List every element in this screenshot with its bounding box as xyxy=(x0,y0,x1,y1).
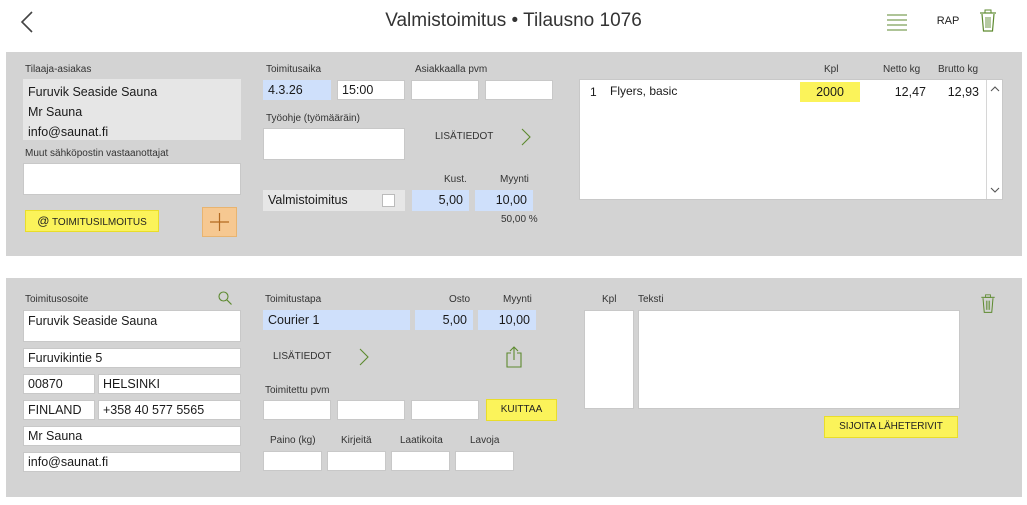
margin-value: 50,00 % xyxy=(501,214,538,225)
scroll-down-icon[interactable] xyxy=(988,183,1002,197)
notes-text-label: Teksti xyxy=(638,294,664,305)
boxes-label: Laatikoita xyxy=(400,435,443,446)
item-number: 1 xyxy=(590,85,597,99)
shipping-method-field[interactable]: Courier 1 xyxy=(263,310,410,330)
other-recipients-field[interactable] xyxy=(23,163,241,195)
customer-label: Tilaaja-asiakas xyxy=(25,64,92,75)
customer-date-field-2[interactable] xyxy=(485,80,553,100)
work-instructions-field[interactable] xyxy=(263,128,405,160)
purchase-label: Osto xyxy=(449,294,471,305)
delivery-date-field[interactable]: 4.3.26 xyxy=(263,80,331,100)
delivered-date-field-1[interactable] xyxy=(263,400,331,420)
notes-qty-field[interactable] xyxy=(584,310,634,409)
add-plus-button[interactable] xyxy=(202,207,237,237)
notes-qty-label: Kpl xyxy=(602,294,617,305)
notes-text-field[interactable] xyxy=(638,310,960,409)
pallets-label: Lavoja xyxy=(470,435,500,446)
items-row[interactable]: 1 Flyers, basic 2000 12,47 12,93 xyxy=(580,80,985,104)
cost-label: Kust. xyxy=(444,174,467,185)
shipping-more-info-button[interactable]: LISÄTIEDOT xyxy=(273,351,331,362)
trash-icon[interactable] xyxy=(979,9,997,33)
product-name: Valmistoimitus xyxy=(268,193,348,207)
delivered-date-field-2[interactable] xyxy=(337,400,405,420)
address-name-field[interactable]: Furuvik Seaside Sauna xyxy=(23,310,241,342)
weight-label: Paino (kg) xyxy=(270,435,316,446)
item-net: 12,47 xyxy=(894,85,926,99)
items-net-header: Netto kg xyxy=(883,64,921,75)
shipping-method-label: Toimitustapa xyxy=(265,294,322,305)
purchase-value[interactable]: 5,00 xyxy=(415,310,473,330)
sale-value[interactable]: 10,00 xyxy=(475,190,533,211)
customer-date-label: Asiakkaalla pvm xyxy=(415,64,488,75)
delivery-notice-label: TOIMITUSILMOITUS xyxy=(51,217,147,228)
customer-box: Furuvik Seaside Sauna Mr Sauna info@saun… xyxy=(23,79,241,140)
address-phone-field[interactable]: +358 40 577 5565 xyxy=(98,400,241,420)
address-country-field[interactable]: FINLAND xyxy=(23,400,95,420)
delivery-time-label: Toimitusaika xyxy=(266,64,322,75)
more-info-button[interactable]: LISÄTIEDOT xyxy=(435,131,493,142)
letters-label: Kirjeitä xyxy=(341,435,372,446)
customer-contact: Mr Sauna xyxy=(28,105,83,119)
search-icon[interactable] xyxy=(217,290,233,306)
address-label: Toimitusosoite xyxy=(25,294,89,305)
acknowledge-button[interactable]: KUITTAA xyxy=(486,399,557,421)
customer-email: info@saunat.fi xyxy=(28,125,109,139)
shipping-sale-value[interactable]: 10,00 xyxy=(478,310,536,330)
rap-button[interactable]: RAP xyxy=(930,15,966,27)
delivery-time-field[interactable]: 15:00 xyxy=(337,80,405,100)
item-qty[interactable]: 2000 xyxy=(800,82,860,102)
place-delivery-rows-button[interactable]: SIJOITA LÄHETERIVIT xyxy=(824,416,958,438)
delivery-notice-button[interactable]: @ TOIMITUSILMOITUS xyxy=(25,210,159,232)
delivered-date-label: Toimitettu pvm xyxy=(265,385,330,396)
address-city-field[interactable]: HELSINKI xyxy=(98,374,241,394)
shipping-sale-label: Myynti xyxy=(503,294,532,305)
page-title: Valmistoimitus • Tilausno 1076 xyxy=(385,10,642,31)
customer-date-field-1[interactable] xyxy=(411,80,479,100)
letters-field[interactable] xyxy=(327,451,386,471)
address-contact-field[interactable]: Mr Sauna xyxy=(23,426,241,446)
item-name: Flyers, basic xyxy=(610,84,678,98)
chevron-right-icon[interactable] xyxy=(520,127,532,147)
scroll-up-icon[interactable] xyxy=(988,82,1002,96)
items-gross-header: Brutto kg xyxy=(938,64,979,75)
items-scrollbar[interactable] xyxy=(986,80,1002,199)
notes-trash-icon[interactable] xyxy=(980,294,996,314)
product-checkbox[interactable] xyxy=(382,194,395,207)
address-street-field[interactable]: Furuvikintie 5 xyxy=(23,348,241,368)
sale-label: Myynti xyxy=(500,174,529,185)
address-email-field[interactable]: info@saunat.fi xyxy=(23,452,241,472)
shipping-chevron-right-icon[interactable] xyxy=(358,347,370,367)
pallets-field[interactable] xyxy=(455,451,514,471)
share-export-icon[interactable] xyxy=(505,345,523,369)
address-postal-field[interactable]: 00870 xyxy=(23,374,95,394)
delivered-date-field-3[interactable] xyxy=(411,400,479,420)
other-recipients-label: Muut sähköpostin vastaanottajat xyxy=(25,148,169,159)
boxes-field[interactable] xyxy=(391,451,450,471)
customer-name: Furuvik Seaside Sauna xyxy=(28,85,158,99)
product-field[interactable]: Valmistoimitus xyxy=(263,190,405,211)
at-icon: @ xyxy=(37,214,50,228)
work-instructions-label: Työohje (työmääräin) xyxy=(266,113,360,124)
weight-field[interactable] xyxy=(263,451,322,471)
cost-value[interactable]: 5,00 xyxy=(412,190,469,211)
item-gross: 12,93 xyxy=(947,85,979,99)
menu-lines-icon[interactable] xyxy=(886,12,908,32)
items-qty-header: Kpl xyxy=(824,64,839,75)
